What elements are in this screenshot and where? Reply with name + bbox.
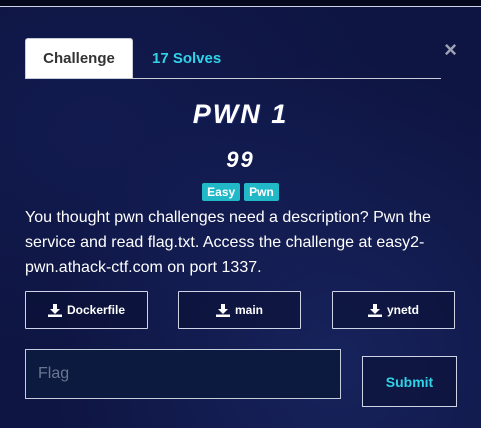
challenge-modal: Challenge 17 Solves × PWN 1 99 Easy Pwn … [0,7,481,428]
tag-pwn: Pwn [244,183,279,201]
tag-list: Easy Pwn [0,183,481,201]
close-icon[interactable]: × [444,39,457,61]
download-icon [215,303,230,317]
file-label: main [234,303,263,317]
download-ynetd-button[interactable]: ynetd [332,291,455,329]
download-icon [367,303,382,317]
top-border [0,0,481,7]
challenge-points: 99 [226,147,255,172]
tab-bar: Challenge 17 Solves [25,38,441,79]
file-label: ynetd [386,303,419,317]
tab-challenge[interactable]: Challenge [25,38,133,78]
submit-button[interactable]: Submit [362,356,457,407]
flag-input[interactable] [25,349,341,399]
tab-solves[interactable]: 17 Solves [143,38,230,78]
download-icon [47,303,62,317]
tag-easy: Easy [202,183,241,201]
file-label: Dockerfile [66,303,126,317]
download-dockerfile-button[interactable]: Dockerfile [25,291,148,329]
challenge-description: You thought pwn challenges need a descri… [25,209,431,276]
challenge-title: PWN 1 [192,99,289,129]
download-main-button[interactable]: main [178,291,301,329]
